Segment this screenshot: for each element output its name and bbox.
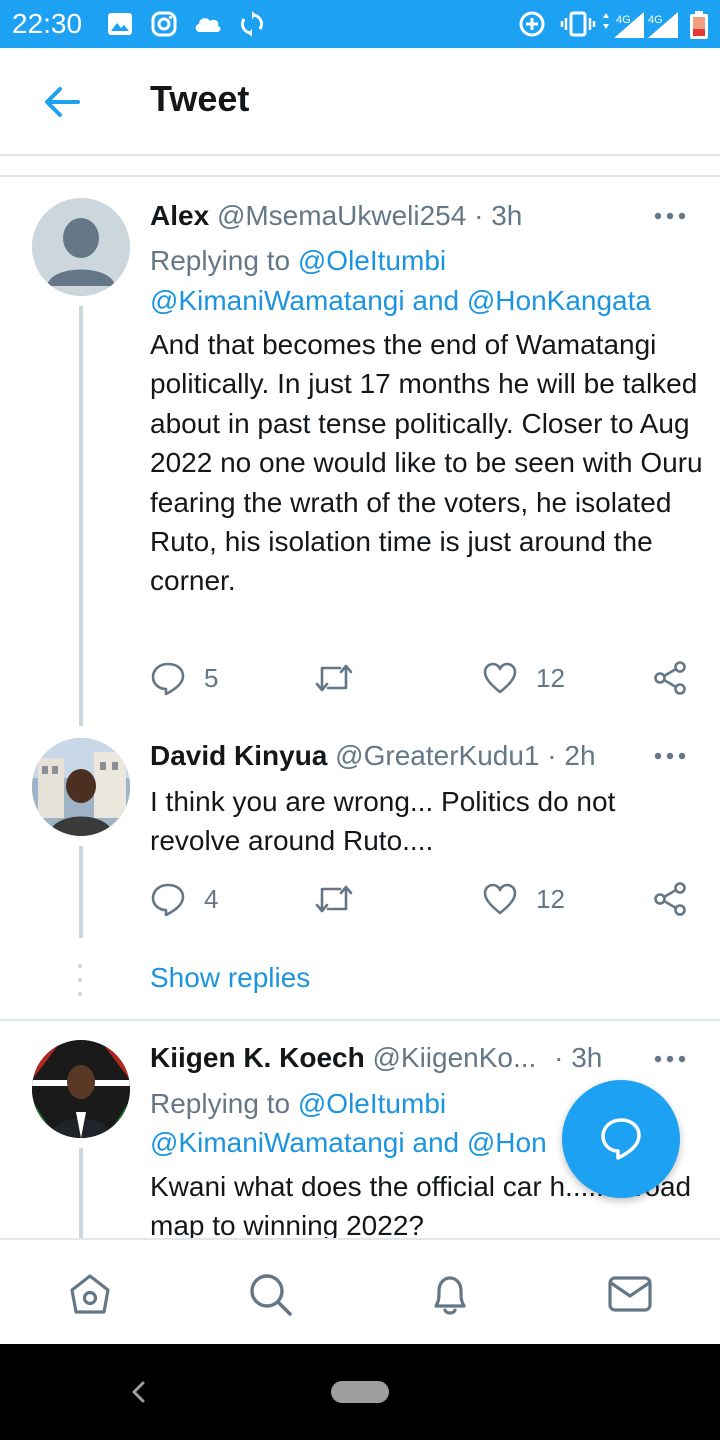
tweet-item[interactable]: Kiigen K. Koech @KiigenKo... · 3h Replyi… xyxy=(0,0,720,1238)
compose-reply-button[interactable] xyxy=(562,1080,680,1198)
reply-bubble-icon xyxy=(601,1118,641,1160)
notifications-icon[interactable] xyxy=(426,1270,474,1318)
replying-to: Replying to @OleItumbi xyxy=(150,1084,446,1124)
author-handle[interactable]: @KiigenKo... xyxy=(372,1042,536,1073)
bottom-nav xyxy=(0,1238,720,1344)
system-home-pill[interactable] xyxy=(331,1381,389,1403)
tweet-time: · 3h xyxy=(554,1042,603,1073)
system-nav-bar xyxy=(0,1344,720,1440)
mention-link[interactable]: @OleItumbi xyxy=(298,1088,446,1119)
messages-icon[interactable] xyxy=(606,1270,654,1318)
replying-to: @KimaniWamatangi and @Hon xyxy=(150,1123,547,1163)
profile-photo xyxy=(32,1040,130,1138)
avatar[interactable] xyxy=(32,1040,130,1138)
author-name[interactable]: Kiigen K. Koech xyxy=(150,1042,365,1073)
mention-link[interactable]: @Hon xyxy=(467,1127,547,1158)
thread-line xyxy=(79,1148,83,1238)
search-icon[interactable] xyxy=(246,1270,294,1318)
mention-link[interactable]: @KimaniWamatangi xyxy=(150,1127,405,1158)
and-label[interactable]: and xyxy=(412,1127,459,1158)
more-options-icon[interactable] xyxy=(652,1049,688,1069)
replying-label: Replying to xyxy=(150,1088,291,1119)
tweet-header: Kiigen K. Koech @KiigenKo... · 3h xyxy=(150,1042,602,1074)
home-icon[interactable] xyxy=(66,1270,114,1318)
system-back-icon[interactable] xyxy=(128,1380,148,1404)
